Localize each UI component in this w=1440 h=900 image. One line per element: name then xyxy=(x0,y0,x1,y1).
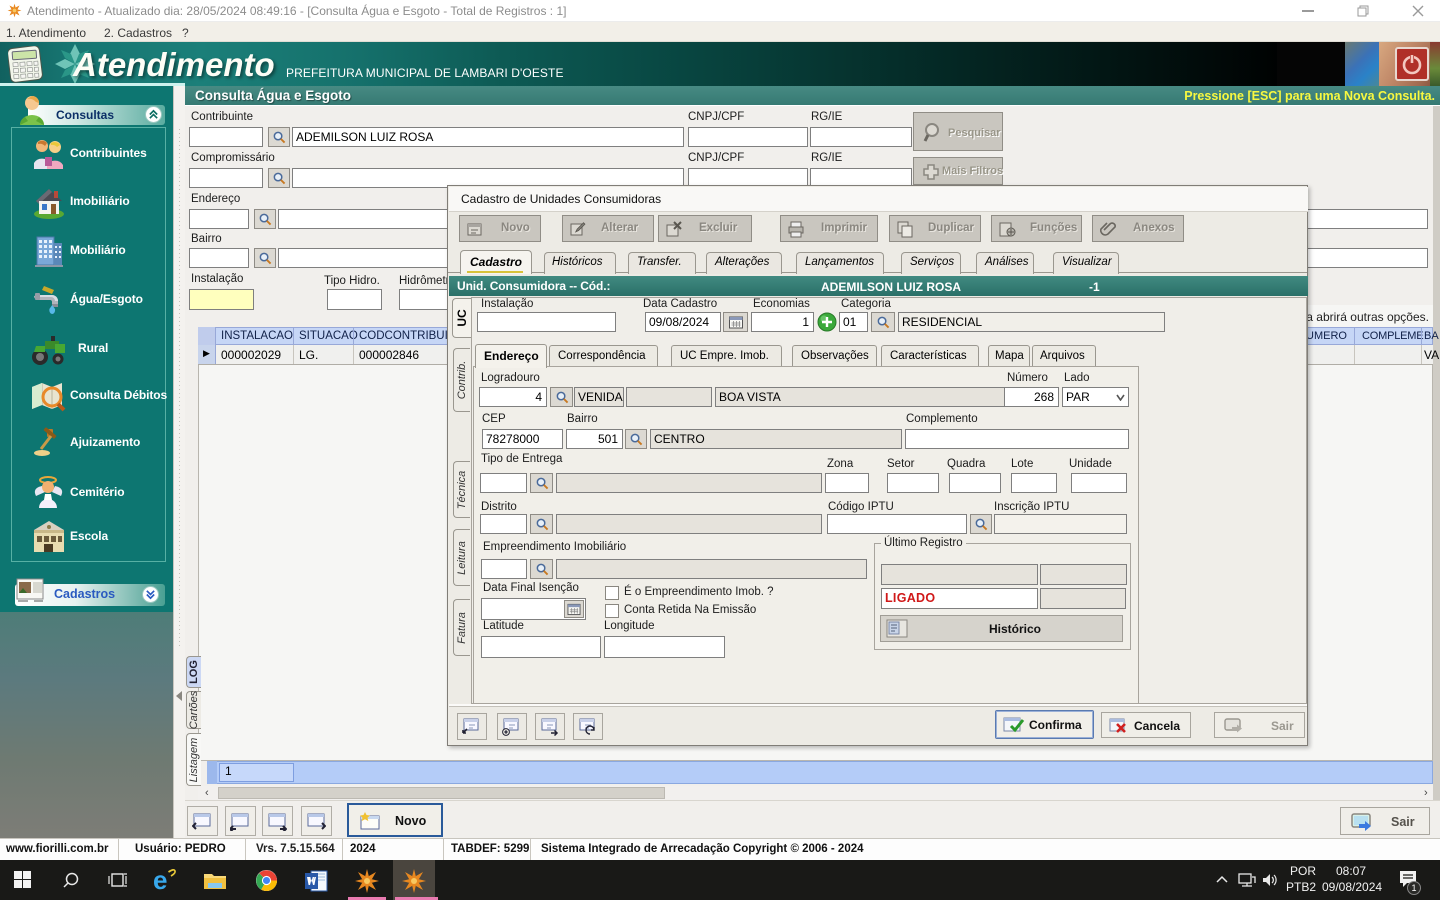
svg-text:e: e xyxy=(153,867,167,893)
